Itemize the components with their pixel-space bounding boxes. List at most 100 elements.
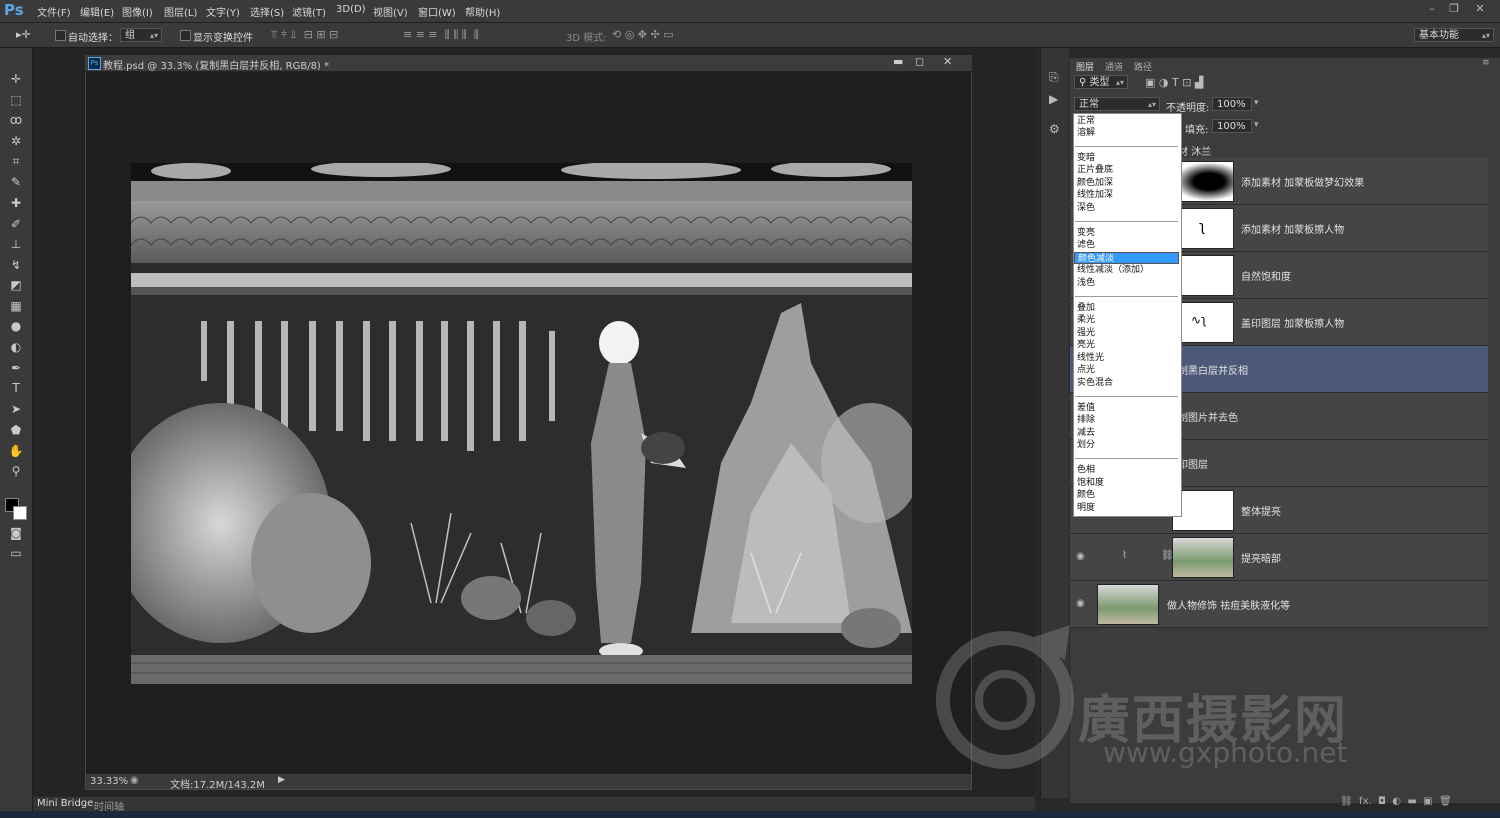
eye-icon[interactable]: ◉ [1076, 598, 1085, 609]
eye-icon[interactable]: ◉ [1076, 551, 1085, 562]
doc-minimize-icon[interactable]: ▬ [893, 55, 903, 68]
status-menu-arrow-icon[interactable]: ▶ [278, 775, 285, 785]
workspace-dropdown[interactable]: 基本功能 ▴▾ [1414, 28, 1494, 42]
blend-option[interactable]: 划分 [1074, 439, 1179, 451]
background-color-swatch[interactable] [13, 506, 27, 520]
3d-mode-icons[interactable]: ⟲ ◎ ✥ ✣ ▭ [612, 28, 674, 41]
opacity-slider-icon[interactable]: ▾ [1254, 98, 1259, 108]
blend-option[interactable]: 强光 [1074, 327, 1179, 339]
tab-channels[interactable]: 通道 [1105, 60, 1123, 73]
blend-option[interactable]: 点光 [1074, 364, 1179, 376]
hand-tool-icon[interactable]: ✋ [6, 442, 26, 460]
menu-edit[interactable]: 编辑(E) [80, 4, 114, 19]
doc-restore-icon[interactable]: ◻ [915, 55, 924, 68]
blend-mode-dropdown[interactable]: 正常 ▴▾ [1074, 97, 1160, 111]
marquee-tool-icon[interactable]: ⬚ [6, 91, 26, 109]
lasso-tool-icon[interactable]: ꝏ [6, 111, 26, 129]
blend-option[interactable]: 正常 [1074, 115, 1179, 127]
fill-field[interactable]: 100% [1212, 119, 1252, 133]
dodge-tool-icon[interactable]: ◐ [6, 338, 26, 356]
opacity-field[interactable]: 100% [1212, 97, 1252, 111]
blend-option[interactable]: 颜色 [1074, 489, 1179, 501]
blend-option[interactable]: 深色 [1074, 202, 1179, 214]
magic-wand-icon[interactable]: ✲ [6, 132, 26, 150]
menu-layer[interactable]: 图层(L) [164, 4, 197, 19]
menu-filter[interactable]: 滤镜(T) [292, 4, 326, 19]
clone-stamp-icon[interactable]: ⊥ [6, 235, 26, 253]
blend-option[interactable]: 变亮 [1074, 227, 1179, 239]
path-select-icon[interactable]: ➤ [6, 400, 26, 418]
distribute-icons[interactable]: ≡ ≡ ≡ ⫼ ⫼ ⫼ ⫼ [403, 28, 479, 42]
actions-play-icon[interactable]: ▶ [1049, 92, 1058, 106]
document-tab[interactable]: Ps 教程.psd @ 33.3% (复制黑白层并反相, RGB/8) * ▬ … [85, 55, 972, 72]
blend-option[interactable]: 实色混合 [1074, 377, 1179, 389]
tab-mini-bridge[interactable]: Mini Bridge [37, 798, 93, 809]
blend-option[interactable]: 溶解 [1074, 127, 1179, 139]
restore-icon[interactable]: ❐ [1442, 2, 1466, 16]
zoom-tool-icon[interactable]: ⚲ [6, 462, 26, 480]
blend-option[interactable]: 排除 [1074, 414, 1179, 426]
blend-option[interactable]: 线性减淡（添加） [1074, 264, 1179, 276]
blend-option[interactable]: 亮光 [1074, 339, 1179, 351]
align-icons[interactable]: ⫪ ⫩ ⫫ ⊟ ⊞ ⊟ [271, 28, 338, 42]
blend-option[interactable]: 滤色 [1074, 239, 1179, 251]
status-info-icon[interactable]: ◉ [130, 775, 139, 786]
menu-select[interactable]: 选择(S) [250, 4, 284, 19]
move-tool-icon[interactable]: ✛ [6, 70, 26, 88]
blend-option[interactable]: 浅色 [1074, 277, 1179, 289]
type-tool-icon[interactable]: T [6, 379, 26, 397]
eraser-tool-icon[interactable]: ◩ [6, 276, 26, 294]
fill-slider-icon[interactable]: ▾ [1254, 120, 1259, 130]
history-panel-icon[interactable]: ⎘ [1049, 70, 1059, 85]
healing-brush-icon[interactable]: ✚ [6, 194, 26, 212]
properties-panel-icon[interactable]: ⚙ [1049, 122, 1060, 136]
show-transform-checkbox[interactable] [180, 30, 191, 41]
auto-select-checkbox[interactable] [55, 30, 66, 41]
layer-filter-icons[interactable]: ▣ ◑ T ⊡ ▟ [1145, 76, 1203, 89]
menu-help[interactable]: 帮助(H) [465, 4, 500, 19]
blend-option[interactable]: 变暗 [1074, 152, 1179, 164]
crop-tool-icon[interactable]: ⌗ [6, 152, 26, 170]
shape-tool-icon[interactable]: ⬟ [6, 421, 26, 439]
tab-paths[interactable]: 路径 [1134, 60, 1152, 73]
blend-option[interactable]: 线性光 [1074, 352, 1179, 364]
blend-option[interactable]: 正片叠底 [1074, 164, 1179, 176]
screen-mode-icon[interactable]: ▭ [6, 544, 26, 562]
layer-row[interactable]: ◉ ⌇ ⛓ 提亮暗部 [1070, 534, 1488, 581]
blend-option[interactable]: 色相 [1074, 464, 1179, 476]
blend-option[interactable]: 线性加深 [1074, 189, 1179, 201]
history-brush-icon[interactable]: ↯ [6, 256, 26, 274]
blend-option[interactable]: 叠加 [1074, 302, 1179, 314]
blur-tool-icon[interactable]: ● [6, 317, 26, 335]
blend-option[interactable]: 差值 [1074, 402, 1179, 414]
close-icon[interactable]: ✕ [1468, 2, 1492, 16]
brush-tool-icon[interactable]: ✐ [6, 215, 26, 233]
blend-option[interactable]: 明度 [1074, 502, 1179, 514]
canvas-image[interactable] [131, 163, 912, 684]
tab-layers[interactable]: 图层 [1076, 60, 1094, 73]
blend-option[interactable]: 颜色加深 [1074, 177, 1179, 189]
doc-close-icon[interactable]: ✕ [943, 55, 952, 68]
blend-option[interactable]: 减去 [1074, 427, 1179, 439]
layer-panel-footer-icons[interactable]: ⛓ fx. ◘ ◐ ▬ ▣ 🗑 [1340, 796, 1452, 807]
zoom-level[interactable]: 33.33% [90, 776, 128, 787]
pen-tool-icon[interactable]: ✒ [6, 359, 26, 377]
quick-mask-icon[interactable]: ◙ [6, 524, 26, 542]
menu-view[interactable]: 视图(V) [373, 4, 408, 19]
menu-image[interactable]: 图像(I) [122, 4, 153, 19]
minimize-icon[interactable]: – [1420, 2, 1444, 16]
menu-window[interactable]: 窗口(W) [418, 4, 456, 19]
auto-select-dropdown[interactable]: 组 ▴▾ [120, 28, 162, 42]
blend-option-selected[interactable]: 颜色减淡 [1074, 252, 1179, 264]
move-tool-preset-icon[interactable]: ▸✛ [16, 28, 31, 41]
menu-type[interactable]: 文字(Y) [206, 4, 240, 19]
blend-option[interactable]: 饱和度 [1074, 477, 1179, 489]
gradient-tool-icon[interactable]: ▦ [6, 297, 26, 315]
blend-option[interactable]: 柔光 [1074, 314, 1179, 326]
layer-filter-dropdown[interactable]: ⚲ 类型 ▴▾ [1074, 75, 1128, 89]
eyedropper-icon[interactable]: ✎ [6, 173, 26, 191]
auto-select-value: 组 [125, 30, 135, 41]
menu-3d[interactable]: 3D(D) [336, 4, 366, 15]
panel-menu-icon[interactable]: ≡ [1482, 58, 1490, 68]
menu-file[interactable]: 文件(F) [37, 4, 71, 19]
